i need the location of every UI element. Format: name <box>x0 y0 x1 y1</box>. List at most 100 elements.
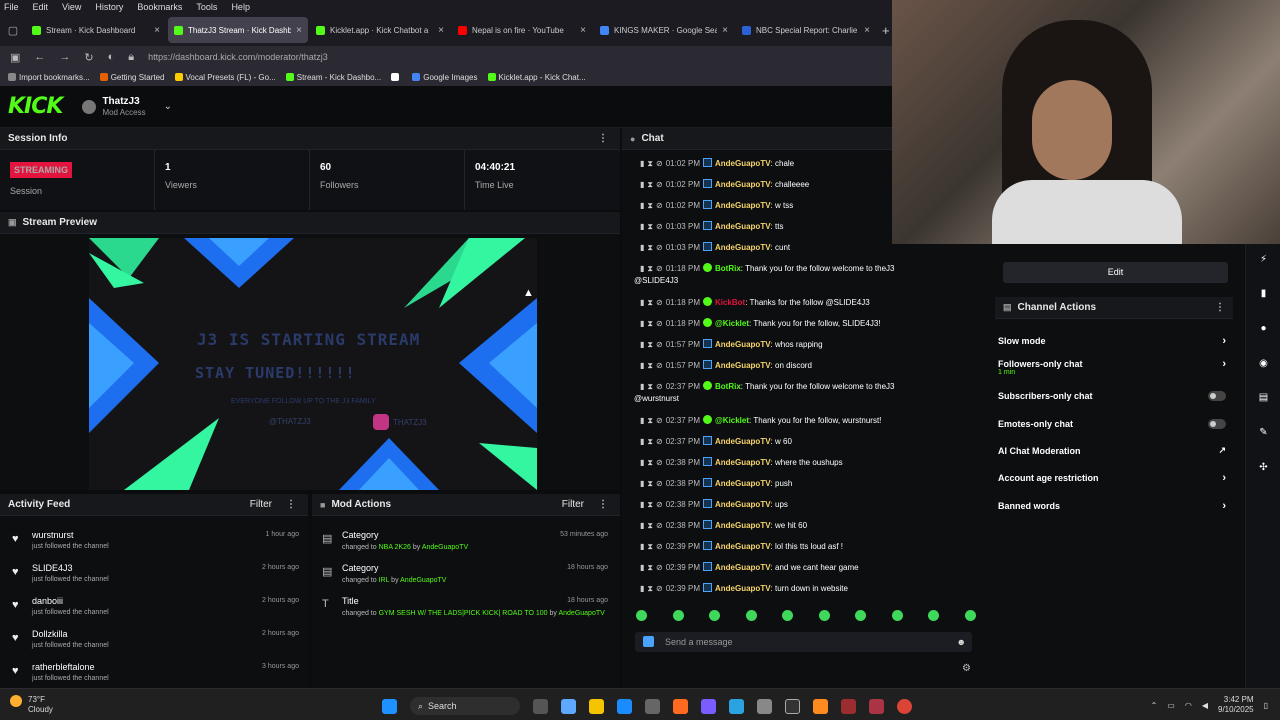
apps-icon[interactable]: ✣ <box>1256 460 1271 475</box>
timeout-icon[interactable]: ⧗ <box>647 479 653 488</box>
emote-icon[interactable] <box>745 610 757 621</box>
store-icon[interactable] <box>645 698 660 714</box>
discord-icon[interactable] <box>701 698 716 714</box>
trash-icon[interactable]: ▮ <box>640 319 644 328</box>
app-icon[interactable] <box>757 698 772 714</box>
message-username[interactable]: AndeGuapoTV <box>715 542 771 551</box>
ban-icon[interactable]: ⊘ <box>656 563 663 572</box>
ban-icon[interactable]: ⊘ <box>656 382 663 391</box>
timeout-icon[interactable]: ⧗ <box>647 542 653 551</box>
trash-icon[interactable]: ▮ <box>640 500 644 509</box>
wrench-icon[interactable]: ✎ <box>1256 425 1271 440</box>
browser-tab[interactable]: Nepal is on fire · YouTube × <box>452 17 592 43</box>
ban-icon[interactable]: ⊘ <box>656 542 663 551</box>
layout-icon[interactable]: ▤ <box>1256 390 1271 405</box>
daw-icon[interactable] <box>841 698 856 714</box>
message-username[interactable]: AndeGuapoTV <box>715 458 771 467</box>
emote-icon[interactable] <box>709 610 721 621</box>
emote-icon[interactable] <box>964 610 976 621</box>
timeout-icon[interactable]: ⧗ <box>647 264 653 273</box>
message-username[interactable]: AndeGuapoTV <box>715 500 771 509</box>
edge-icon[interactable] <box>617 698 632 714</box>
close-icon[interactable]: × <box>722 25 728 36</box>
trash-icon[interactable]: ▮ <box>640 563 644 572</box>
timeout-icon[interactable]: ⧗ <box>647 159 653 168</box>
bookmark-item[interactable]: Import bookmarks... <box>8 73 90 82</box>
ban-icon[interactable]: ⊘ <box>656 458 663 467</box>
trash-icon[interactable]: ▮ <box>640 458 644 467</box>
timeout-icon[interactable]: ⧗ <box>647 437 653 446</box>
trash-icon[interactable]: ▮ <box>640 584 644 593</box>
ban-icon[interactable]: ⊘ <box>656 340 663 349</box>
bookmark-item[interactable] <box>391 73 402 81</box>
trash-icon[interactable]: ▮ <box>640 159 644 168</box>
timeout-icon[interactable]: ⧗ <box>647 298 653 307</box>
emote-icon[interactable] <box>818 610 830 621</box>
ban-icon[interactable]: ⊘ <box>656 264 663 273</box>
new-tab-icon[interactable]: + <box>878 23 890 38</box>
bookmark-item[interactable]: Getting Started <box>99 73 165 82</box>
action-user[interactable]: AndeGuapoTV <box>422 544 468 551</box>
emote-icon[interactable] <box>636 610 647 621</box>
shield-icon[interactable]: ◐ <box>108 51 115 63</box>
browser-tab[interactable]: KINGS MAKER · Google Search × <box>594 17 734 43</box>
message-username[interactable]: AndeGuapoTV <box>715 243 771 252</box>
timeout-icon[interactable]: ⧗ <box>647 180 653 189</box>
tab-overview-icon[interactable]: ▢ <box>0 24 26 37</box>
ban-icon[interactable]: ⊘ <box>656 222 663 231</box>
emote-icon[interactable] <box>855 610 867 621</box>
emotes-only-toggle[interactable] <box>1208 419 1226 429</box>
message-username[interactable]: AndeGuapoTV <box>715 521 771 530</box>
chevron-up-icon[interactable]: ⌃ <box>1151 701 1158 710</box>
vlc-icon[interactable] <box>813 698 828 714</box>
url-bar[interactable]: https://dashboard.kick.com/moderator/tha… <box>148 52 884 62</box>
ban-icon[interactable]: ⊘ <box>656 437 663 446</box>
chrome-icon[interactable] <box>897 698 912 714</box>
menu-item-file[interactable]: File <box>4 2 19 12</box>
timeout-icon[interactable]: ⧗ <box>647 319 653 328</box>
volume-icon[interactable]: ◀︎ <box>1202 701 1208 710</box>
ban-icon[interactable]: ⊘ <box>656 500 663 509</box>
ban-icon[interactable]: ⊘ <box>656 361 663 370</box>
more-options-icon[interactable]: ⋮ <box>598 133 608 144</box>
back-icon[interactable]: ← <box>34 51 45 63</box>
trash-icon[interactable]: ▮ <box>640 542 644 551</box>
sidebar-toggle-icon[interactable]: ▣ <box>10 51 20 64</box>
menu-item-history[interactable]: History <box>95 2 123 12</box>
menu-item-help[interactable]: Help <box>231 2 250 12</box>
trash-icon[interactable]: ▮ <box>640 340 644 349</box>
network-icon[interactable]: ▭ <box>1167 701 1175 710</box>
ban-icon[interactable]: ⊘ <box>656 521 663 530</box>
firefox-icon[interactable] <box>673 698 688 714</box>
emote-icon[interactable] <box>928 610 940 621</box>
ai-moderation-row[interactable]: AI Chat Moderation ↗ <box>998 445 1230 456</box>
message-username[interactable]: AndeGuapoTV <box>715 479 771 488</box>
ban-icon[interactable]: ⊘ <box>656 584 663 593</box>
ban-icon[interactable]: ⊘ <box>656 298 663 307</box>
action-user[interactable]: AndeGuapoTV <box>558 610 604 617</box>
close-icon[interactable]: × <box>580 25 586 36</box>
task-view-icon[interactable] <box>533 698 548 714</box>
ban-icon[interactable]: ⊘ <box>656 243 663 252</box>
message-username[interactable]: KickBot <box>715 298 745 307</box>
bookmark-item[interactable]: Kicklet.app - Kick Chat... <box>487 73 586 82</box>
age-restriction-row[interactable]: Account age restriction › <box>998 472 1230 484</box>
emoji-icon[interactable]: ☻ <box>957 637 966 647</box>
bookmark-item[interactable]: Stream - Kick Dashbo... <box>285 73 381 82</box>
message-username[interactable]: AndeGuapoTV <box>715 584 771 593</box>
timeout-icon[interactable]: ⧗ <box>647 458 653 467</box>
trash-icon[interactable]: ▮ <box>640 361 644 370</box>
trash-icon[interactable]: ▮ <box>640 243 644 252</box>
message-username[interactable]: AndeGuapoTV <box>715 201 771 210</box>
copilot-icon[interactable] <box>561 698 576 714</box>
trash-icon[interactable]: ▮ <box>1256 286 1271 301</box>
timeout-icon[interactable]: ⧗ <box>647 416 653 425</box>
close-icon[interactable]: × <box>154 25 160 36</box>
browser-tab[interactable]: NBC Special Report: Charlie Kir × <box>736 17 876 43</box>
ban-icon[interactable]: ⊘ <box>656 180 663 189</box>
close-icon[interactable]: × <box>296 25 302 36</box>
ban-icon[interactable]: ⊘ <box>656 319 663 328</box>
bookmark-item[interactable]: Google Images <box>412 73 478 82</box>
message-username[interactable]: AndeGuapoTV <box>715 159 771 168</box>
message-username[interactable]: AndeGuapoTV <box>715 563 771 572</box>
